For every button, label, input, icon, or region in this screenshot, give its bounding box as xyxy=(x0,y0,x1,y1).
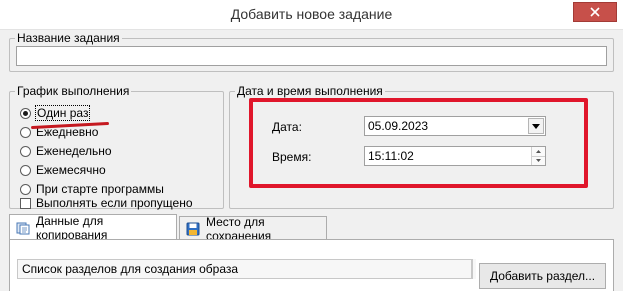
radio-button-checked[interactable] xyxy=(20,107,31,119)
task-name-input[interactable] xyxy=(16,46,607,66)
tab-copy-data-label: Данные для копирования xyxy=(36,213,108,242)
radio-once-label: Один раз xyxy=(34,105,91,121)
add-section-button[interactable]: Добавить раздел... xyxy=(479,263,606,289)
checkbox[interactable] xyxy=(20,197,31,209)
window-title: Добавить новое задание xyxy=(230,6,393,22)
run-if-missed-checkbox[interactable]: Выполнять если пропущено xyxy=(20,196,193,210)
run-if-missed-label: Выполнять если пропущено xyxy=(36,196,193,210)
close-icon xyxy=(590,7,600,17)
copy-data-panel: Список разделов для создания образа Доба… xyxy=(9,239,614,291)
datetime-legend: Дата и время выполнения xyxy=(235,84,385,98)
copy-data-icon xyxy=(16,221,30,235)
task-name-legend: Название задания xyxy=(15,31,122,45)
tab-copy-data[interactable]: Данные для копирования xyxy=(9,213,177,242)
schedule-legend: График выполнения xyxy=(15,84,132,98)
save-location-icon xyxy=(186,222,200,236)
radio-monthly-label: Ежемесячно xyxy=(36,163,106,177)
radio-weekly-label: Еженедельно xyxy=(36,144,112,158)
sections-list-header[interactable]: Список разделов для создания образа xyxy=(17,259,472,279)
tab-save-location[interactable]: Место для сохранения xyxy=(179,215,327,243)
add-task-dialog: Добавить новое задание Название задания … xyxy=(0,0,623,291)
radio-on-startup-label: При старте программы xyxy=(36,182,164,196)
radio-button[interactable] xyxy=(20,183,31,195)
radio-once[interactable]: Один раз xyxy=(20,105,91,121)
radio-button[interactable] xyxy=(20,164,31,176)
close-button[interactable] xyxy=(573,2,617,22)
radio-weekly[interactable]: Еженедельно xyxy=(20,143,112,159)
annotation-highlight-box xyxy=(249,98,588,188)
title-bar: Добавить новое задание xyxy=(0,0,623,30)
radio-on-startup[interactable]: При старте программы xyxy=(20,181,164,197)
radio-button[interactable] xyxy=(20,126,31,138)
radio-monthly[interactable]: Ежемесячно xyxy=(20,162,106,178)
list-header-divider xyxy=(472,259,476,279)
task-name-group: Название задания xyxy=(9,31,614,72)
schedule-group: График выполнения Один раз Ежедневно Еже… xyxy=(9,84,224,210)
radio-button[interactable] xyxy=(20,145,31,157)
